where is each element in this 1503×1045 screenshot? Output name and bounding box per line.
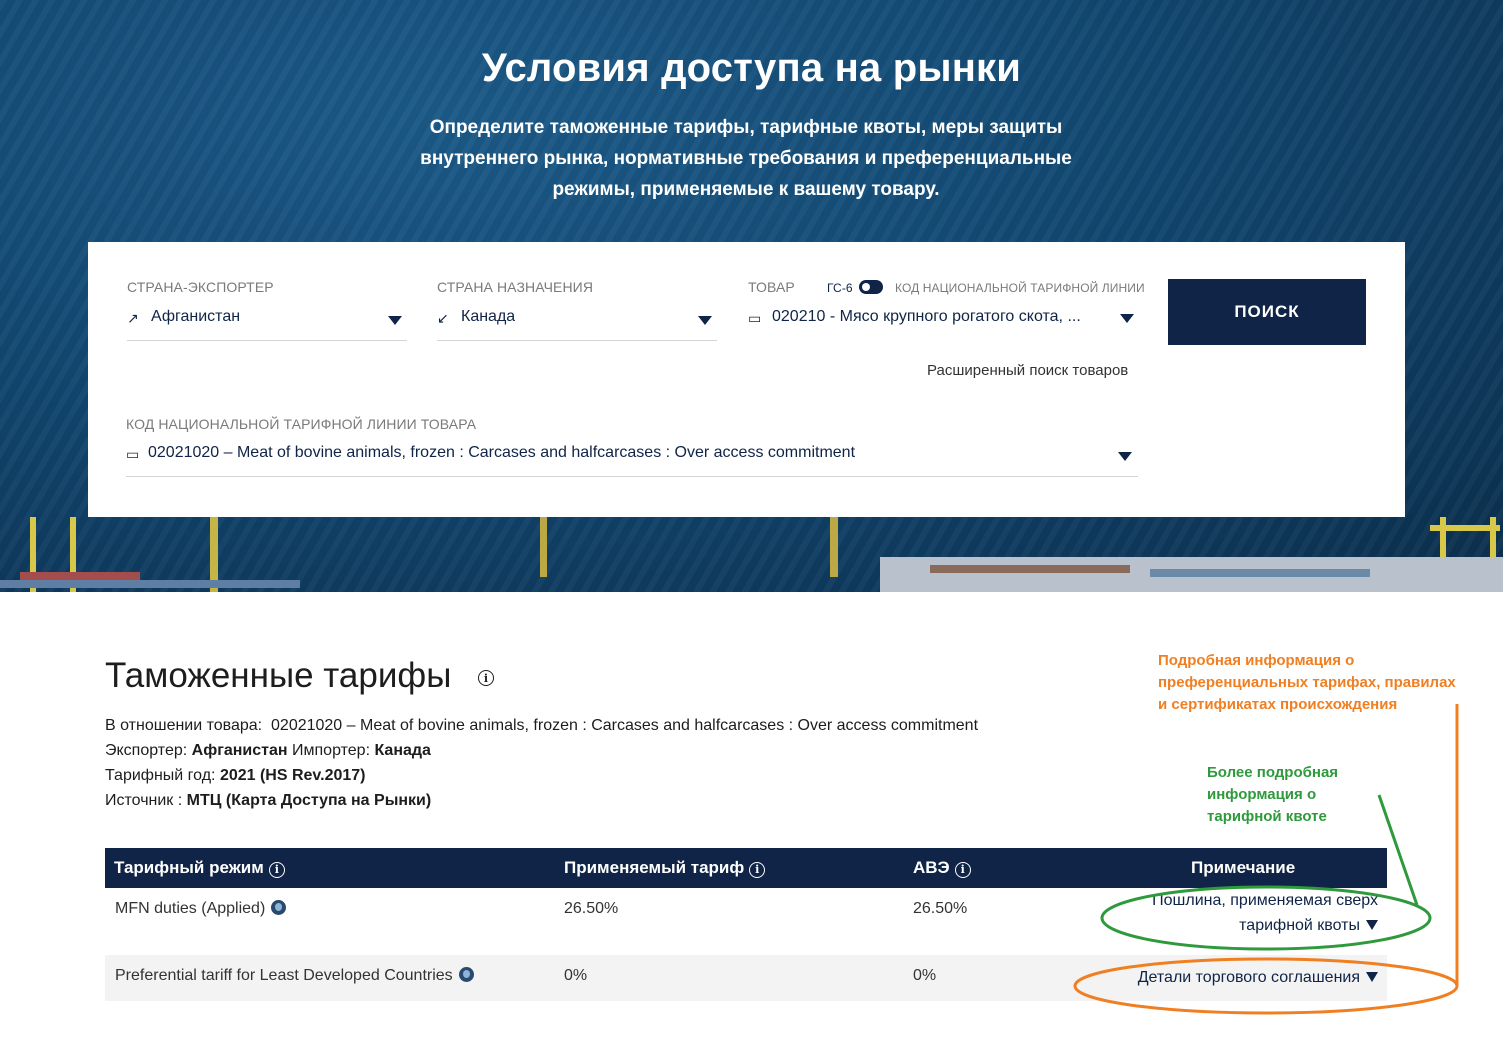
importer-meta-value: Канада xyxy=(374,742,431,759)
column-header-note: Примечание xyxy=(1191,858,1296,877)
info-icon[interactable]: i xyxy=(954,861,971,878)
annotation-line: Подробная информация о xyxy=(1158,652,1355,669)
exporter-meta-value: Афганистан xyxy=(191,742,288,759)
triangle-down-icon xyxy=(1366,972,1378,982)
product-label: ТОВАР xyxy=(748,279,795,295)
quota-note-link[interactable]: Пошлина, применяемая сверх тарифной квот… xyxy=(1152,888,1378,938)
column-header-regime: Тарифный режим i xyxy=(114,858,285,878)
green-annotation-text: Более подробная информация о тарифной кв… xyxy=(1207,762,1338,828)
regime-cell: Preferential tariff for Least Developed … xyxy=(115,967,474,985)
tariffs-table: Тарифный режим i Применяемый тариф i АВЭ i … xyxy=(105,848,1387,1001)
column-header-label: Тарифный режим xyxy=(114,858,264,877)
regime-cell: MFN duties (Applied) xyxy=(115,900,287,918)
national-line-label: КОД НАЦИОНАЛЬНОЙ ТАРИФНОЙ ЛИНИИ ТОВАРА xyxy=(126,416,477,432)
page-title: Условия доступа на рынки xyxy=(481,46,1022,90)
product-value: 020210 - Мясо крупного рогатого скота, .… xyxy=(772,308,1081,325)
tariff-year-line: Тарифный год: 2021 (HS Rev.2017) xyxy=(105,767,366,785)
triangle-down-icon xyxy=(1366,920,1378,930)
chevron-down-icon xyxy=(1118,452,1132,461)
note-text: тарифной квоты xyxy=(1239,917,1360,934)
info-icon[interactable]: i xyxy=(749,861,766,878)
exporter-value: Афганистан xyxy=(151,308,241,325)
applied-cell: 0% xyxy=(564,967,588,984)
product-line-value: 02021020 – Meat of bovine animals, froze… xyxy=(271,717,979,734)
year-label: Тарифный год: xyxy=(105,767,216,784)
page-subtitle: Определите таможенные тарифы, тарифные к… xyxy=(420,117,1072,200)
table-row: Preferential tariff for Least Developed … xyxy=(105,955,1387,1001)
column-header-ave: АВЭ i xyxy=(913,858,971,878)
search-button[interactable]: ПОИСК xyxy=(1168,279,1366,345)
box-icon: ▭ xyxy=(748,310,762,326)
product-line-label: В отношении товара: xyxy=(105,717,263,734)
trade-agreement-link[interactable]: Детали торгового соглашения xyxy=(1138,965,1378,990)
source-label: Источник : xyxy=(105,792,183,809)
note-text: Детали торгового соглашения xyxy=(1137,969,1360,986)
applied-cell: 26.50% xyxy=(564,900,619,917)
globe-icon[interactable] xyxy=(271,900,287,915)
importer-meta-label: Импортер: xyxy=(292,742,371,759)
annotation-line: тарифной квоте xyxy=(1207,808,1327,825)
chevron-down-icon xyxy=(1120,314,1134,323)
product-select[interactable]: ▭ 020210 - Мясо крупного рогатого скота,… xyxy=(748,306,1138,340)
import-arrow-icon: ↙ xyxy=(437,310,449,326)
regime-text: Preferential tariff for Least Developed … xyxy=(115,967,453,984)
hs6-toggle-switch[interactable] xyxy=(859,280,883,294)
annotation-line: и сертификатах происхождения xyxy=(1158,696,1398,713)
column-header-label: АВЭ xyxy=(913,858,950,877)
annotation-line: преференциальных тарифах, правилах xyxy=(1158,674,1456,691)
annotation-line: Более подробная xyxy=(1207,764,1339,781)
tariffs-heading: Таможенные тарифы xyxy=(105,656,452,695)
note-text: Пошлина, применяемая сверх xyxy=(1152,892,1378,909)
port-scenery-image xyxy=(0,517,1503,592)
national-line-value: 02021020 – Meat of bovine animals, froze… xyxy=(148,444,856,461)
source-value: МТЦ (Карта Доступа на Рынки) xyxy=(186,792,432,809)
box-icon: ▭ xyxy=(126,446,140,462)
search-panel: СТРАНА-ЭКСПОРТЕР ↗ Афганистан СТРАНА НАЗ… xyxy=(88,242,1405,517)
source-line: Источник : МТЦ (Карта Доступа на Рынки) xyxy=(105,792,431,810)
national-line-toggle-label: КОД НАЦИОНАЛЬНОЙ ТАРИФНОЙ ЛИНИИ xyxy=(895,281,1145,295)
column-header-applied: Применяемый тариф i xyxy=(564,858,766,878)
orange-annotation-text: Подробная информация о преференциальных … xyxy=(1158,650,1456,716)
hs6-toggle-label: ГС-6 xyxy=(827,281,853,295)
globe-icon[interactable] xyxy=(458,967,474,982)
product-line: В отношении товара: 02021020 – Meat of b… xyxy=(105,717,978,735)
destination-value: Канада xyxy=(461,308,516,325)
national-line-select[interactable]: ▭ 02021020 – Meat of bovine animals, fro… xyxy=(126,442,1138,477)
regime-text: MFN duties (Applied) xyxy=(115,900,266,917)
table-header: Тарифный режим i Применяемый тариф i АВЭ i … xyxy=(105,848,1387,888)
ave-cell: 26.50% xyxy=(913,900,968,917)
exporter-label: СТРАНА-ЭКСПОРТЕР xyxy=(127,279,274,295)
annotation-line: информация о xyxy=(1207,786,1317,803)
exporter-select[interactable]: ↗ Афганистан xyxy=(127,306,407,341)
chevron-down-icon xyxy=(698,316,712,325)
ave-cell: 0% xyxy=(913,967,937,984)
info-icon[interactable]: i xyxy=(478,670,494,686)
info-icon[interactable]: i xyxy=(268,861,285,878)
year-value: 2021 (HS Rev.2017) xyxy=(219,767,366,784)
destination-select[interactable]: ↙ Канада xyxy=(437,306,717,341)
trade-partners-line: Экспортер: Афганистан Импортер: Канада xyxy=(105,742,431,760)
table-row: MFN duties (Applied) 26.50% 26.50% Пошли… xyxy=(105,888,1387,955)
advanced-search-link[interactable]: Расширенный поиск товаров xyxy=(927,362,1128,379)
destination-label: СТРАНА НАЗНАЧЕНИЯ xyxy=(437,279,594,295)
exporter-meta-label: Экспортер: xyxy=(105,742,188,759)
chevron-down-icon xyxy=(388,316,402,325)
export-arrow-icon: ↗ xyxy=(127,310,139,326)
column-header-label: Применяемый тариф xyxy=(564,858,745,877)
